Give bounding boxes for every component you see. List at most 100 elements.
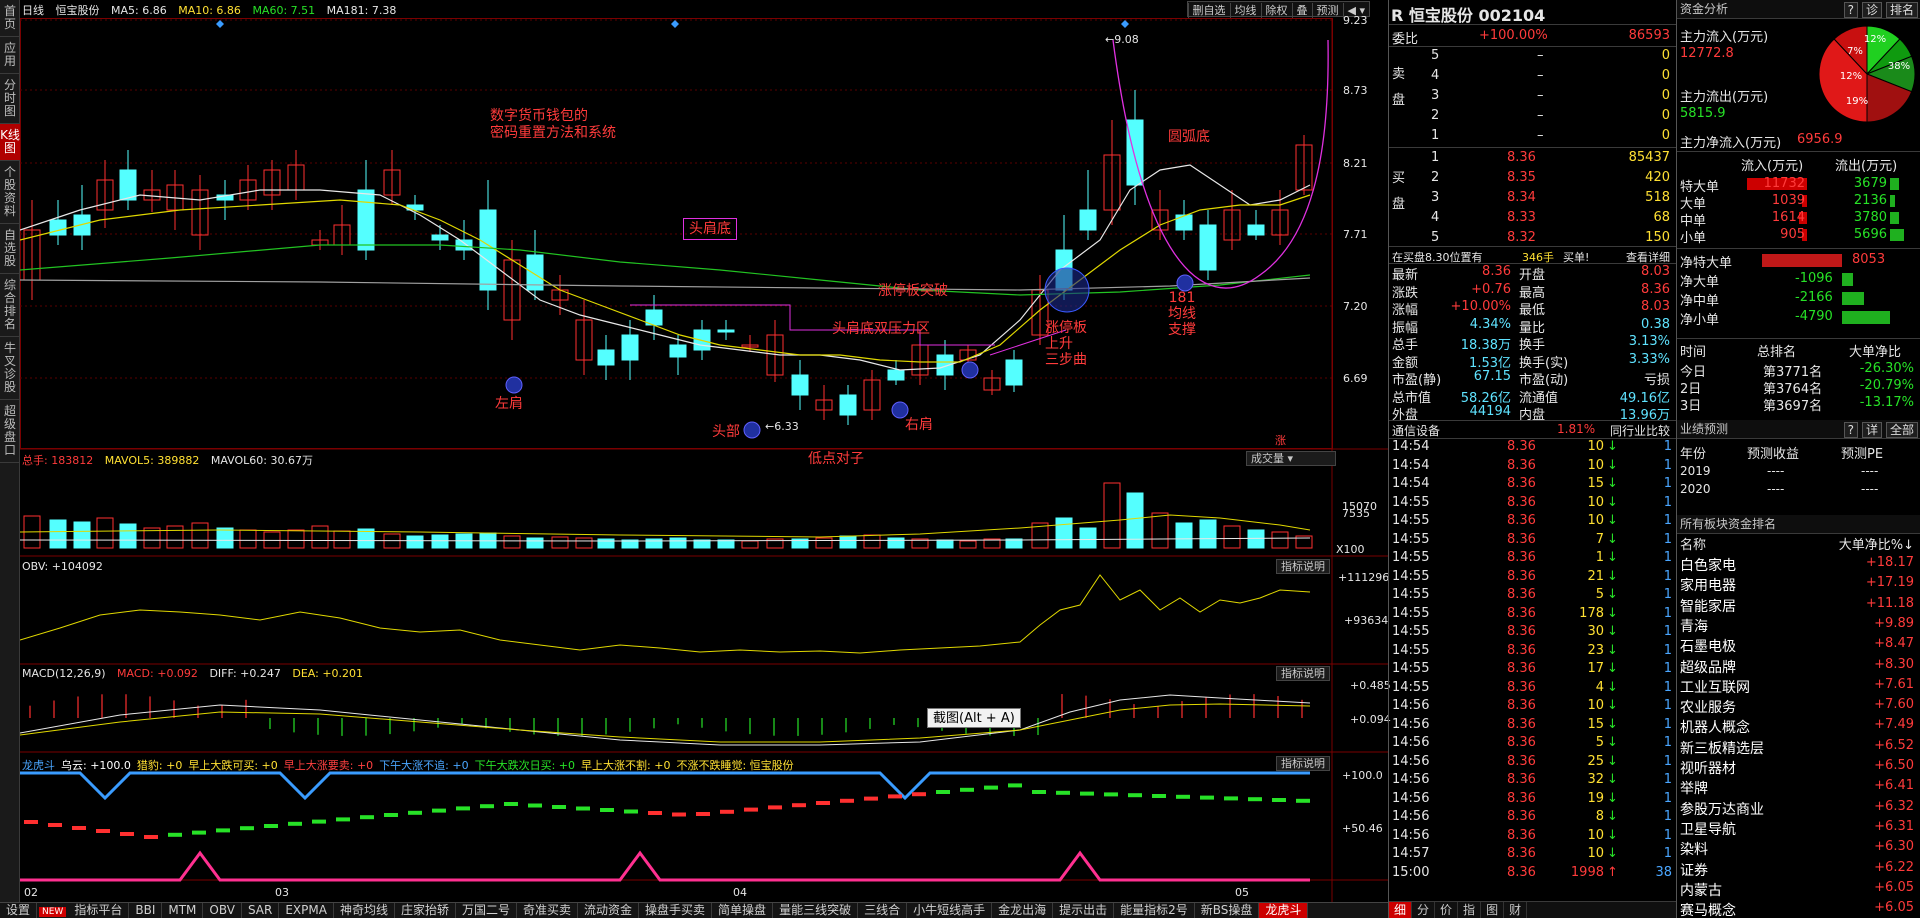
- tick-side-count: 1: [1663, 790, 1672, 806]
- indicator-tab[interactable]: 万国二号: [456, 903, 517, 918]
- tick-side-count: 1: [1663, 809, 1672, 824]
- tick-price: 8.36: [1507, 772, 1536, 787]
- sector-name[interactable]: 白色家电: [1680, 555, 1736, 575]
- indicator-tab[interactable]: 简单操盘: [712, 903, 774, 918]
- sector-name[interactable]: 青海: [1680, 616, 1708, 636]
- sidebar-tab[interactable]: 应用: [0, 37, 20, 74]
- tick-direction-icon: ↑: [1607, 864, 1618, 880]
- toolstrip-button[interactable]: 删自选: [1187, 3, 1230, 18]
- sidebar-tab[interactable]: 分时图: [0, 74, 20, 124]
- tick-tab[interactable]: 财: [1504, 902, 1528, 918]
- tick-side-count: 1: [1663, 716, 1672, 732]
- flow-in-value: 11732: [1763, 176, 1805, 191]
- sector-name[interactable]: 内蒙古: [1680, 880, 1722, 900]
- lhd-bar: [984, 785, 998, 790]
- toolstrip-button[interactable]: 叠: [1291, 3, 1312, 18]
- flow-label: 小单: [1680, 231, 1707, 246]
- sector-name[interactable]: 举牌: [1680, 778, 1708, 798]
- sidebar-tab[interactable]: 自选股: [0, 224, 20, 274]
- sidebar-tab[interactable]: 牛叉诊股: [0, 337, 20, 400]
- indicator-tab[interactable]: 操盘手买卖: [639, 903, 713, 918]
- indicator-tab[interactable]: 设置: [0, 903, 38, 918]
- indicator-tab[interactable]: 三线合: [858, 903, 908, 918]
- macd-help-button[interactable]: 指标说明: [1276, 666, 1330, 681]
- sector-name[interactable]: 新三板精选层: [1680, 738, 1764, 758]
- forecast-button[interactable]: ?: [1843, 422, 1858, 438]
- tick-tab[interactable]: 分: [1412, 902, 1436, 918]
- fund-button[interactable]: ?: [1843, 2, 1858, 18]
- fund-button[interactable]: 排名: [1885, 2, 1918, 18]
- indicator-tab[interactable]: OBV: [203, 903, 242, 918]
- indicator-tab[interactable]: MTM: [162, 903, 204, 918]
- toolstrip-button[interactable]: 均线: [1229, 3, 1261, 18]
- indicator-tab[interactable]: 金龙出海: [992, 903, 1054, 918]
- lhd-help-button[interactable]: 指标说明: [1276, 756, 1330, 771]
- indicator-tab[interactable]: 提示出击: [1053, 903, 1115, 918]
- indicator-tab[interactable]: 能量指标2号: [1114, 903, 1195, 918]
- indicator-tab[interactable]: EXPMA: [279, 903, 334, 918]
- sidebar-tab[interactable]: 超级盘口: [0, 400, 20, 463]
- sector-name[interactable]: 参股万达商业: [1680, 799, 1764, 819]
- toolstrip-button[interactable]: 除权: [1260, 3, 1292, 18]
- sector-name[interactable]: 智能家居: [1680, 596, 1736, 616]
- sidebar-tab[interactable]: 个股资料: [0, 161, 20, 224]
- indicator-tab[interactable]: BBI: [129, 903, 163, 918]
- kline-chart-area[interactable]: 日线 恒宝股份 MA5: 6.86 MA10: 6.86 MA60: 7.51 …: [20, 0, 1391, 905]
- tick-volume: 19: [1587, 790, 1604, 806]
- buy-level: 2: [1431, 170, 1440, 185]
- tick-tab[interactable]: 图: [1481, 902, 1505, 918]
- divider: [1389, 46, 1677, 47]
- tick-time: 14:54: [1392, 476, 1430, 491]
- sector-name[interactable]: 工业互联网: [1680, 677, 1750, 697]
- sector-name[interactable]: 视听器材: [1680, 758, 1736, 778]
- sector-name[interactable]: 染料: [1680, 839, 1708, 859]
- sector-name[interactable]: 家用电器: [1680, 575, 1736, 595]
- sector-name[interactable]: 赛马概念: [1680, 900, 1736, 918]
- buy-volume: 85437: [1628, 150, 1670, 165]
- indicator-tab[interactable]: 庄家抬轿: [395, 903, 456, 918]
- indicator-tab[interactable]: 量能三线突破: [773, 903, 859, 918]
- buy-volume: 150: [1645, 230, 1670, 245]
- indicator-tab[interactable]: SAR: [242, 903, 280, 918]
- sector-name[interactable]: 卫星导航: [1680, 819, 1736, 839]
- obv-help-button[interactable]: 指标说明: [1276, 559, 1330, 574]
- fund-button[interactable]: 诊: [1861, 2, 1882, 18]
- indicator-tab[interactable]: 新BS操盘: [1195, 903, 1260, 918]
- toolstrip-button[interactable]: 预测: [1311, 3, 1343, 18]
- indicator-tab[interactable]: 指标平台: [68, 903, 130, 918]
- sector-ratio: +9.89: [1874, 615, 1914, 631]
- tick-tab[interactable]: 价: [1435, 902, 1459, 918]
- volume-bar: [741, 540, 759, 549]
- forecast-button[interactable]: 详: [1861, 422, 1882, 438]
- sector-head-ratio[interactable]: 大单净比%↓: [1839, 534, 1914, 553]
- tick-tab[interactable]: 细: [1389, 902, 1413, 918]
- tick-price: 8.36: [1507, 790, 1536, 806]
- fund-pie-chart: 12%7%12%19%38%: [1818, 25, 1916, 123]
- indicator-tab[interactable]: 奇准买卖: [517, 903, 579, 918]
- period-label[interactable]: 日线: [22, 4, 44, 17]
- indicator-tab[interactable]: 小牛短线高手: [907, 903, 993, 918]
- sector-name[interactable]: 石墨电极: [1680, 636, 1736, 656]
- candle-body: [49, 219, 67, 236]
- tick-price: 8.36: [1507, 531, 1536, 547]
- volume-bar: [575, 537, 593, 549]
- sector-name[interactable]: 机器人概念: [1680, 717, 1750, 737]
- indicator-tab[interactable]: 龙虎斗: [1259, 903, 1309, 918]
- tick-tab[interactable]: 指: [1458, 902, 1482, 918]
- indicator-tab[interactable]: 神奇均线: [334, 903, 395, 918]
- sidebar-tab[interactable]: 首页: [0, 0, 20, 37]
- tick-volume: 10: [1587, 494, 1604, 510]
- peer-compare-button[interactable]: 同行业比较: [1610, 422, 1670, 439]
- forecast-button[interactable]: 全部: [1885, 422, 1918, 438]
- volume-bar: [119, 523, 137, 549]
- sector-name[interactable]: 农业服务: [1680, 697, 1736, 717]
- sector-name[interactable]: 证券: [1680, 860, 1708, 880]
- indicator-tab[interactable]: 流动资金: [578, 903, 640, 918]
- volume-selector[interactable]: 成交量 ▾: [1246, 451, 1336, 466]
- sector-name[interactable]: 超级品牌: [1680, 657, 1736, 677]
- stat-value: 18.38万: [1460, 338, 1511, 353]
- stat-value: 44194: [1469, 404, 1511, 419]
- sidebar-tab[interactable]: K线图: [0, 124, 20, 161]
- sidebar-tab[interactable]: 综合排名: [0, 274, 20, 337]
- lhd-bar: [672, 812, 686, 817]
